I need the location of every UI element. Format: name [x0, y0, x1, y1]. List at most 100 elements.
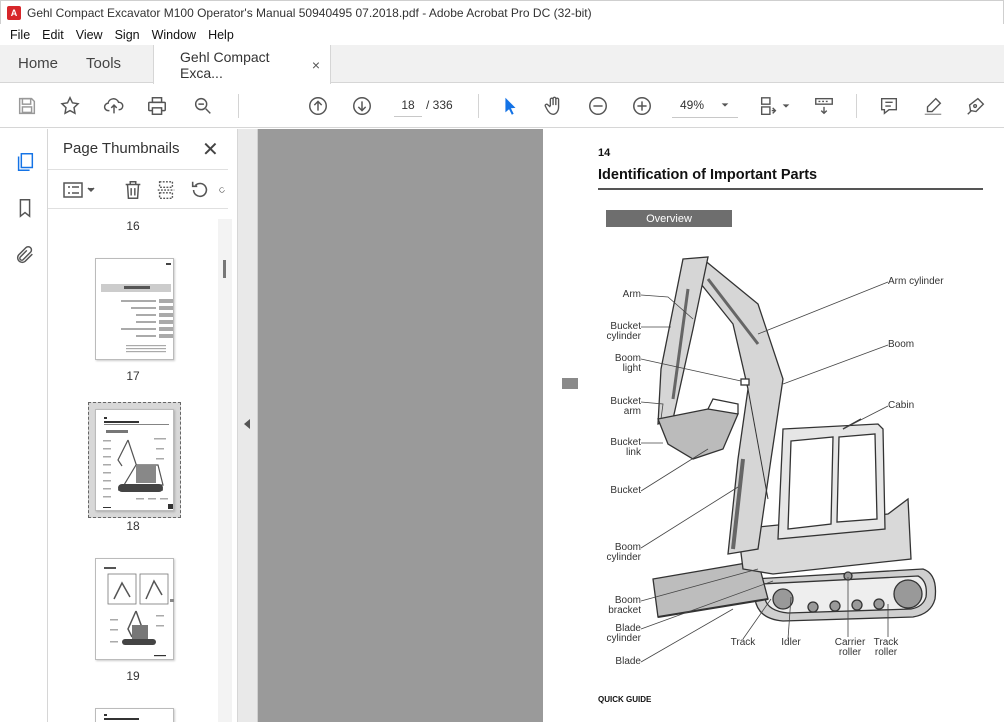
- tab-document-label: Gehl Compact Exca...: [180, 48, 270, 81]
- chevron-down-icon: [721, 102, 729, 107]
- label-boom: Boom: [888, 339, 915, 350]
- label-text: cylinder: [606, 331, 641, 342]
- thumbnail-preview: [104, 714, 139, 720]
- scrollbar-thumb[interactable]: [223, 260, 226, 278]
- tab-document[interactable]: Gehl Compact Exca... ×: [153, 45, 332, 84]
- toolbar-divider: [238, 94, 239, 118]
- left-rail: [0, 129, 48, 722]
- label-track-roller: Track roller: [866, 638, 906, 658]
- label-text: roller: [874, 647, 898, 658]
- label-text: roller: [838, 647, 862, 658]
- save-icon[interactable]: [14, 93, 40, 119]
- thumbnail-page-label: 19: [126, 669, 140, 683]
- label-boom-light: Boom light: [593, 354, 641, 374]
- tab-close-icon[interactable]: ×: [312, 57, 320, 73]
- select-cursor-icon[interactable]: [497, 93, 523, 119]
- toolbar-divider: [856, 94, 857, 118]
- attachment-icon[interactable]: [12, 242, 38, 268]
- page-number-input[interactable]: [394, 93, 422, 117]
- tab-tools-label: Tools: [86, 55, 122, 72]
- thumbnail-page-label: 16: [126, 219, 140, 233]
- thumbnail-toolbar: [48, 169, 228, 209]
- hand-icon[interactable]: [541, 93, 567, 119]
- bookmark-star-icon[interactable]: [57, 93, 83, 119]
- thumbnail-page-label: 18: [126, 519, 140, 533]
- label-bucket-link: Bucket link: [593, 438, 641, 458]
- label-text: cylinder: [606, 552, 641, 563]
- label-arm: Arm: [622, 289, 641, 300]
- label-text: light: [622, 363, 641, 374]
- label-bucket-arm: Bucket arm: [593, 397, 641, 417]
- menu-bar: File Edit View Sign Window Help: [0, 24, 1004, 45]
- label-arm-cylinder: Arm cylinder: [888, 276, 944, 287]
- thumbnail-list: 16 17 18 19: [48, 211, 218, 722]
- label-boom-cylinder: Boom cylinder: [593, 543, 641, 563]
- bookmark-icon[interactable]: [12, 195, 38, 221]
- fit-page-icon[interactable]: [756, 93, 782, 119]
- menu-window[interactable]: Window: [146, 28, 202, 42]
- thumbnail-page-20[interactable]: [95, 708, 174, 722]
- label-idler: Idler: [781, 637, 801, 648]
- title-bar: A Gehl Compact Excavator M100 Operator's…: [0, 0, 1004, 24]
- label-text: cylinder: [606, 633, 641, 644]
- zoom-select[interactable]: 49%: [672, 92, 738, 118]
- tab-home[interactable]: Home: [0, 45, 72, 82]
- prev-page-icon[interactable]: [305, 93, 331, 119]
- label-text: bracket: [608, 605, 641, 616]
- menu-view[interactable]: View: [70, 28, 109, 42]
- main-toolbar: [0, 84, 1004, 128]
- next-page-icon[interactable]: [349, 93, 375, 119]
- label-boom-bracket: Boom bracket: [593, 596, 641, 616]
- close-icon[interactable]: ✕: [202, 137, 219, 162]
- page-footer: QUICK GUIDE: [598, 695, 652, 704]
- thumbnail-page-19[interactable]: [95, 558, 174, 660]
- upload-icon[interactable]: [101, 93, 127, 119]
- tab-tools[interactable]: Tools: [72, 45, 135, 82]
- thumbnail-page-17[interactable]: [95, 258, 174, 360]
- comment-icon[interactable]: [876, 93, 902, 119]
- menu-sign[interactable]: Sign: [109, 28, 146, 42]
- thumbnails-scrollbar[interactable]: [218, 219, 232, 722]
- fit-page-dropdown-icon[interactable]: [780, 93, 792, 119]
- thumbnail-preview: [101, 263, 173, 353]
- zoom-value: 49%: [680, 97, 705, 112]
- menu-help[interactable]: Help: [202, 28, 240, 42]
- label-blade: Blade: [615, 656, 641, 667]
- label-text: link: [625, 447, 641, 458]
- thumbnails-panel: Page Thumbnails ✕ 16 17 18 19: [48, 129, 238, 722]
- window-title: Gehl Compact Excavator M100 Operator's M…: [27, 5, 592, 20]
- delete-icon[interactable]: [122, 179, 144, 201]
- page-thumbnails-icon[interactable]: [12, 149, 38, 175]
- thumbnail-preview: [104, 567, 174, 657]
- thumbnail-options-icon[interactable]: [62, 179, 98, 201]
- thumbnail-page-18[interactable]: [95, 409, 174, 511]
- label-text: arm: [623, 406, 641, 417]
- zoom-search-icon[interactable]: [190, 93, 216, 119]
- rotate-clockwise-icon[interactable]: [218, 179, 226, 201]
- acrobat-app-icon: A: [7, 5, 21, 20]
- menu-edit[interactable]: Edit: [36, 28, 70, 42]
- toolbar-divider: [478, 94, 479, 118]
- menu-file[interactable]: File: [4, 28, 36, 42]
- zoom-out-icon[interactable]: [585, 93, 611, 119]
- highlight-icon[interactable]: [920, 93, 946, 119]
- panel-title: Page Thumbnails: [63, 140, 180, 157]
- collapse-left-icon[interactable]: [244, 419, 250, 429]
- label-bucket-cylinder: Bucket cylinder: [593, 322, 641, 342]
- zoom-in-icon[interactable]: [629, 93, 655, 119]
- page-total: / 336: [426, 98, 453, 112]
- rotate-icon[interactable]: [189, 179, 211, 201]
- label-blade-cylinder: Blade cylinder: [593, 624, 641, 644]
- tab-bar: Home Tools Gehl Compact Exca... ×: [0, 45, 1004, 84]
- tab-home-label: Home: [18, 55, 59, 72]
- sign-icon[interactable]: [963, 93, 989, 119]
- label-track: Track: [730, 637, 756, 648]
- label-bucket: Bucket: [610, 485, 641, 496]
- scroll-mode-icon[interactable]: [811, 93, 837, 119]
- panel-collapse-handle[interactable]: [238, 129, 258, 722]
- print-icon[interactable]: [144, 93, 170, 119]
- label-cabin: Cabin: [888, 400, 915, 411]
- thumbnail-page-label: 17: [126, 369, 140, 383]
- pdf-page: 14 Identification of Important Parts Ove…: [543, 129, 1004, 722]
- extract-pages-icon[interactable]: [155, 179, 177, 201]
